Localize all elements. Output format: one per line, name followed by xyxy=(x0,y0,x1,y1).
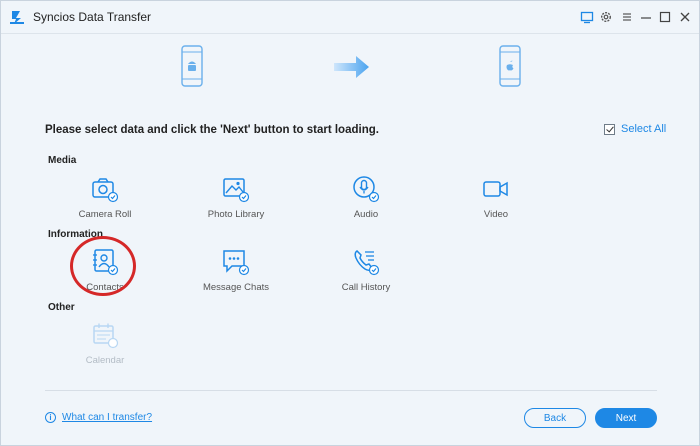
next-button[interactable]: Next xyxy=(595,408,657,428)
item-label: Call History xyxy=(341,282,391,293)
info-icon: i xyxy=(45,412,56,423)
item-label: Photo Library xyxy=(207,209,265,220)
window-title: Syncios Data Transfer xyxy=(33,10,152,24)
calendar-icon xyxy=(93,323,119,349)
select-all-toggle[interactable]: Select All xyxy=(604,123,666,135)
call-history-icon xyxy=(354,250,380,276)
item-video[interactable]: Video xyxy=(446,175,546,220)
syncios-logo-icon xyxy=(10,11,24,24)
item-camera-roll[interactable]: Camera Roll xyxy=(55,175,155,220)
app-window: Syncios Data Transfer Please select data… xyxy=(0,0,700,446)
footer-divider xyxy=(45,390,657,391)
android-phone-icon xyxy=(181,45,203,87)
item-label: Camera Roll xyxy=(78,209,132,220)
transfer-arrow-icon xyxy=(334,56,369,78)
help-link[interactable]: i What can I transfer? xyxy=(45,412,152,423)
item-photo-library[interactable]: Photo Library xyxy=(186,175,286,220)
screen-icon[interactable] xyxy=(580,10,594,24)
item-label: Calendar xyxy=(85,355,125,366)
help-link-text[interactable]: What can I transfer? xyxy=(62,412,152,423)
item-label: Message Chats xyxy=(202,282,269,293)
highlight-circle xyxy=(70,236,136,296)
video-icon xyxy=(483,181,508,197)
photo-icon xyxy=(223,178,250,203)
instruction-text: Please select data and click the 'Next' … xyxy=(45,124,379,136)
menu-icon[interactable] xyxy=(620,10,634,24)
section-label-media: Media xyxy=(48,155,77,166)
item-calendar: Calendar xyxy=(55,321,155,366)
settings-icon[interactable] xyxy=(599,10,613,24)
title-divider xyxy=(1,33,699,34)
minimize-icon[interactable] xyxy=(639,10,653,24)
select-all-checkbox[interactable] xyxy=(604,123,615,135)
back-button[interactable]: Back xyxy=(524,408,586,428)
item-call-history[interactable]: Call History xyxy=(316,248,416,293)
message-icon xyxy=(223,250,250,276)
title-bar: Syncios Data Transfer xyxy=(1,1,699,33)
select-all-label: Select All xyxy=(621,123,667,135)
apple-phone-icon xyxy=(499,45,521,87)
close-icon[interactable] xyxy=(678,10,692,24)
item-message-chats[interactable]: Message Chats xyxy=(186,248,286,293)
audio-icon xyxy=(353,176,380,203)
item-audio[interactable]: Audio xyxy=(316,175,416,220)
maximize-icon[interactable] xyxy=(658,10,672,24)
item-label: Audio xyxy=(353,209,379,220)
item-label: Video xyxy=(483,209,509,220)
section-label-other: Other xyxy=(48,302,75,313)
camera-icon xyxy=(92,178,119,203)
